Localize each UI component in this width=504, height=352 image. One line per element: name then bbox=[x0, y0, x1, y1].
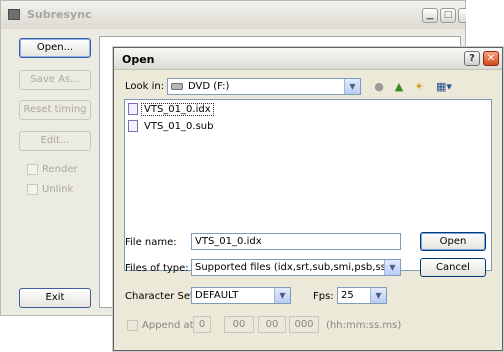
files-of-type-combo[interactable]: Supported files (idx,srt,sub,smi,psb,ssa… bbox=[191, 259, 401, 276]
append-at-checkbox[interactable] bbox=[127, 320, 138, 331]
time-format-hint: (hh:mm:ss.ms) bbox=[326, 320, 402, 331]
up-folder-icon[interactable]: ▲ bbox=[391, 79, 407, 95]
append-milliseconds-field[interactable]: 000 bbox=[289, 316, 319, 333]
open-dialog: Open ? ✕ Look in: DVD (F:) ▼ ● ▲ ✦ ▦▾ VT… bbox=[113, 47, 503, 351]
fps-label: Fps: bbox=[313, 291, 334, 302]
chevron-down-icon[interactable]: ▼ bbox=[370, 288, 386, 303]
views-menu-icon[interactable]: ▦▾ bbox=[433, 79, 455, 95]
cancel-button[interactable]: Cancel bbox=[420, 258, 486, 277]
new-folder-icon[interactable]: ✦ bbox=[411, 79, 427, 95]
files-of-type-value: Supported files (idx,srt,sub,smi,psb,ssa… bbox=[195, 262, 401, 273]
append-minutes-field[interactable]: 00 bbox=[224, 316, 254, 333]
files-of-type-label: Files of type: bbox=[125, 263, 189, 274]
list-item[interactable]: VTS_01_0.idx bbox=[128, 103, 214, 117]
open-dialog-title: Open bbox=[122, 53, 155, 66]
subresync-titlebar[interactable]: Subresync ▁ □ bbox=[1, 1, 466, 29]
unlink-checkbox[interactable]: Unlink bbox=[27, 183, 73, 196]
subresync-title: Subresync bbox=[27, 8, 92, 21]
character-set-value: DEFAULT bbox=[195, 290, 239, 301]
append-at-label: Append at: bbox=[142, 320, 197, 331]
minimize-icon[interactable]: ▁ bbox=[422, 8, 438, 23]
file-name: VTS_01_0.idx bbox=[141, 103, 214, 116]
open-button[interactable]: Open bbox=[420, 232, 486, 251]
file-name-field[interactable]: VTS_01_0.idx bbox=[191, 233, 401, 250]
fps-combo[interactable]: 25 ▼ bbox=[337, 287, 387, 304]
character-set-combo[interactable]: DEFAULT ▼ bbox=[191, 287, 291, 304]
close-icon[interactable]: ✕ bbox=[483, 51, 499, 66]
subtitle-file-icon bbox=[128, 120, 138, 132]
unlink-label: Unlink bbox=[42, 184, 74, 195]
look-in-value: DVD (F:) bbox=[188, 81, 230, 92]
file-name-label: File name: bbox=[125, 237, 177, 248]
append-hours-field[interactable]: 0 bbox=[193, 316, 211, 333]
dvd-drive-icon bbox=[171, 83, 183, 90]
chevron-down-icon[interactable]: ▼ bbox=[384, 260, 400, 275]
exit-button[interactable]: Exit bbox=[19, 288, 91, 308]
subtitle-file-icon bbox=[128, 103, 138, 115]
append-seconds-field[interactable]: 00 bbox=[258, 316, 286, 333]
reset-timing-button[interactable]: Reset timing bbox=[19, 100, 91, 120]
chevron-down-icon[interactable]: ▼ bbox=[344, 79, 360, 94]
character-set-label: Character Set: bbox=[125, 291, 198, 302]
render-label: Render bbox=[42, 164, 78, 175]
help-icon[interactable]: ? bbox=[464, 51, 480, 66]
maximize-icon[interactable]: □ bbox=[440, 8, 456, 23]
save-as-button[interactable]: Save As... bbox=[19, 70, 91, 90]
open-dialog-titlebar[interactable]: Open ? ✕ bbox=[114, 48, 502, 70]
look-in-label: Look in: bbox=[125, 81, 165, 92]
fps-value: 25 bbox=[341, 290, 354, 301]
chevron-down-icon[interactable]: ▼ bbox=[274, 288, 290, 303]
back-icon[interactable]: ● bbox=[371, 79, 387, 95]
app-icon bbox=[8, 9, 20, 20]
unlink-checkbox-box[interactable] bbox=[27, 183, 38, 195]
close-icon[interactable] bbox=[458, 8, 466, 23]
file-name: VTS_01_0.sub bbox=[144, 121, 214, 132]
look-in-combo[interactable]: DVD (F:) ▼ bbox=[167, 78, 361, 95]
open-button[interactable]: Open... bbox=[19, 38, 91, 58]
list-item[interactable]: VTS_01_0.sub bbox=[128, 120, 215, 134]
render-checkbox[interactable]: Render bbox=[27, 163, 78, 176]
edit-button[interactable]: Edit... bbox=[19, 131, 91, 151]
render-checkbox-box[interactable] bbox=[27, 163, 38, 175]
